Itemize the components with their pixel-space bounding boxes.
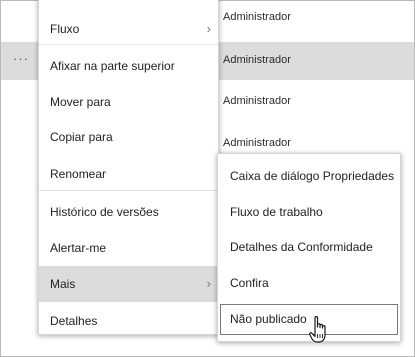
submenu-item-detalhes-conformidade[interactable]: Detalhes da Conformidade <box>218 230 400 265</box>
menu-item-detalhes[interactable]: Detalhes <box>39 303 218 339</box>
submenu-item-fluxo-trabalho[interactable]: Fluxo de trabalho <box>218 195 400 230</box>
menu-item-label: Copiar para <box>50 130 113 144</box>
menu-item-label: Histórico de versões <box>50 205 159 219</box>
modified-by-cell: Administrador <box>223 11 291 23</box>
menu-item-mover-para[interactable]: Mover para <box>39 84 218 120</box>
menu-item-afixar[interactable]: Afixar na parte superior <box>39 48 218 84</box>
submenu-item-confira[interactable]: Confira <box>218 266 400 301</box>
menu-item-label: Alertar-me <box>50 241 107 255</box>
submenu-item-label: Confira <box>230 276 269 290</box>
menu-item-label: Mais <box>50 277 76 291</box>
menu-item-label: Afixar na parte superior <box>50 59 175 73</box>
submenu-item-label: Fluxo de trabalho <box>230 205 323 219</box>
menu-divider <box>39 44 218 45</box>
menu-item-label: Fluxo <box>50 22 80 36</box>
menu-item-alertar-me[interactable]: Alertar-me <box>39 230 218 266</box>
menu-item-historico-versoes[interactable]: Histórico de versões <box>39 194 218 230</box>
submenu-item-label: Caixa de diálogo Propriedades <box>230 169 395 183</box>
submenu-item-label: Não publicado <box>230 312 307 326</box>
menu-item-label: Detalhes <box>50 314 98 328</box>
context-menu: Fluxo › Afixar na parte superior Mover p… <box>38 0 219 335</box>
chevron-right-icon: › <box>206 21 211 36</box>
submenu-item-label: Detalhes da Conformidade <box>230 240 373 254</box>
menu-item-mais[interactable]: Mais › <box>39 266 218 302</box>
menu-item-copiar-para[interactable]: Copiar para <box>39 119 218 155</box>
submenu-item-propriedades[interactable]: Caixa de diálogo Propriedades <box>218 159 400 194</box>
menu-item-label: Renomear <box>50 167 107 181</box>
menu-item-fluxo[interactable]: Fluxo › <box>39 11 218 47</box>
modified-by-cell: Administrador <box>223 137 291 149</box>
menu-item-renomear[interactable]: Renomear <box>39 156 218 192</box>
modified-by-cell: Administrador <box>223 54 291 66</box>
more-submenu: Caixa de diálogo Propriedades Fluxo de t… <box>217 153 401 342</box>
menu-divider <box>39 190 218 191</box>
more-actions-ellipsis-icon[interactable]: ··· <box>13 51 29 66</box>
menu-item-label: Mover para <box>50 95 111 109</box>
modified-by-cell: Administrador <box>223 95 291 107</box>
chevron-right-icon: › <box>206 276 211 291</box>
hand-cursor-icon <box>309 316 326 343</box>
